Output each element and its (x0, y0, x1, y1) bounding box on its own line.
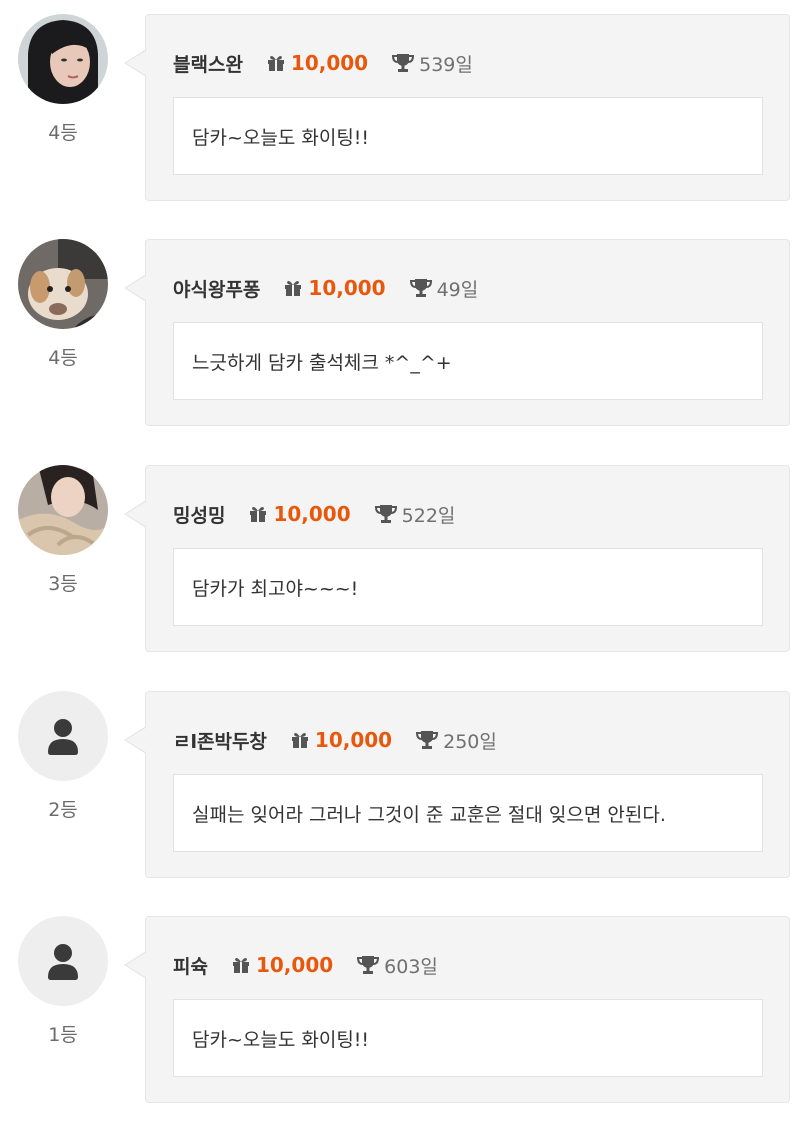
gift-icon (232, 958, 249, 973)
avatar[interactable] (18, 691, 108, 781)
user-photo-icon (18, 14, 108, 104)
comment-bubble: 밍성밍 10,000 522일 담카가 최고야~~~! (124, 465, 790, 652)
comment-message: 담카~오늘도 화이팅!! (173, 97, 763, 175)
gift-points: 10,000 (232, 953, 333, 977)
nickname[interactable]: 밍성밍 (173, 501, 225, 528)
days-value: 250일 (443, 730, 497, 753)
comment-message: 느긋하게 담카 출석체크 *^_^+ (173, 322, 763, 400)
gift-points: 10,000 (249, 502, 351, 526)
days-value: 603일 (384, 955, 438, 978)
default-user-icon (18, 916, 108, 1006)
days-value: 539일 (419, 53, 473, 76)
rank-label: 2등 (48, 799, 78, 821)
comment-meta: ㄹl존박두창 10,000 250일 (173, 725, 497, 755)
default-user-icon (18, 691, 108, 781)
nickname[interactable]: 야식왕푸퐁 (173, 275, 260, 302)
comment-meta: 야식왕푸퐁 10,000 49일 (173, 273, 478, 303)
trophy-icon (409, 279, 432, 297)
rank-label: 3등 (48, 573, 78, 595)
comment-message: 담카~오늘도 화이팅!! (173, 999, 763, 1077)
gift-points: 10,000 (267, 51, 368, 75)
comment-bubble: 야식왕푸퐁 10,000 49일 느긋하게 담카 출석체크 *^_^+ (124, 239, 790, 426)
gift-icon (291, 733, 308, 748)
trophy-icon (416, 731, 439, 749)
comment-bubble: ㄹl존박두창 10,000 250일 실패는 잊어라 그러나 그것이 준 교훈은… (124, 691, 790, 878)
gift-icon (285, 281, 302, 296)
trophy-icon (392, 54, 415, 72)
gift-points: 10,000 (284, 276, 386, 300)
comment-bubble: 블랙스완 10,000 539일 담카~오늘도 화이팅!! (124, 14, 790, 201)
list-item: 4등 블랙스완 10,000 539일 담카~오늘도 화이팅!! (0, 0, 800, 201)
user-photo-icon (18, 239, 108, 329)
gift-value: 10,000 (308, 276, 386, 300)
rank-label: 4등 (48, 122, 78, 144)
gift-value: 10,000 (314, 728, 393, 752)
gift-value: 10,000 (255, 953, 334, 977)
gift-points: 10,000 (291, 728, 392, 752)
avatar[interactable] (18, 14, 108, 104)
attendance-days: 539일 (392, 50, 473, 77)
user-photo-icon (18, 465, 108, 555)
comment-meta: 밍성밍 10,000 522일 (173, 499, 455, 529)
nickname[interactable]: ㄹl존박두창 (173, 727, 267, 754)
gift-value: 10,000 (290, 51, 369, 75)
list-item: 3등 밍성밍 10,000 522일 담카가 최고야~~~! (0, 451, 800, 652)
list-item: 2등 ㄹl존박두창 10,000 250일 실패는 잊어라 그러나 그것이 준 … (0, 677, 800, 878)
nickname[interactable]: 블랙스완 (173, 50, 243, 77)
nickname[interactable]: 피슉 (173, 952, 208, 979)
comment-meta: 블랙스완 10,000 539일 (173, 48, 473, 78)
attendance-days: 250일 (416, 727, 497, 754)
rank-label: 4등 (48, 347, 78, 369)
comment-bubble: 피슉 10,000 603일 담카~오늘도 화이팅!! (124, 916, 790, 1103)
list-item: 1등 피슉 10,000 603일 담카~오늘도 화이팅!! (0, 902, 800, 1103)
gift-icon (267, 56, 284, 71)
avatar[interactable] (18, 916, 108, 1006)
avatar[interactable] (18, 465, 108, 555)
avatar[interactable] (18, 239, 108, 329)
trophy-icon (357, 956, 380, 974)
attendance-days: 603일 (357, 952, 438, 979)
days-value: 49일 (436, 278, 479, 301)
attendance-list: 4등 블랙스완 10,000 539일 담카~오늘도 화이팅!! 4등 야식왕푸… (0, 0, 800, 1122)
comment-meta: 피슉 10,000 603일 (173, 950, 438, 980)
trophy-icon (374, 505, 397, 523)
attendance-days: 49일 (409, 275, 479, 302)
rank-label: 1등 (48, 1024, 78, 1046)
list-item: 4등 야식왕푸퐁 10,000 49일 느긋하게 담카 출석체크 *^_^+ (0, 225, 800, 426)
comment-message: 담카가 최고야~~~! (173, 548, 763, 626)
comment-message: 실패는 잊어라 그러나 그것이 준 교훈은 절대 잊으면 안된다. (173, 774, 763, 852)
gift-value: 10,000 (273, 502, 351, 526)
attendance-days: 522일 (374, 501, 456, 528)
days-value: 522일 (401, 504, 456, 527)
gift-icon (250, 507, 267, 522)
